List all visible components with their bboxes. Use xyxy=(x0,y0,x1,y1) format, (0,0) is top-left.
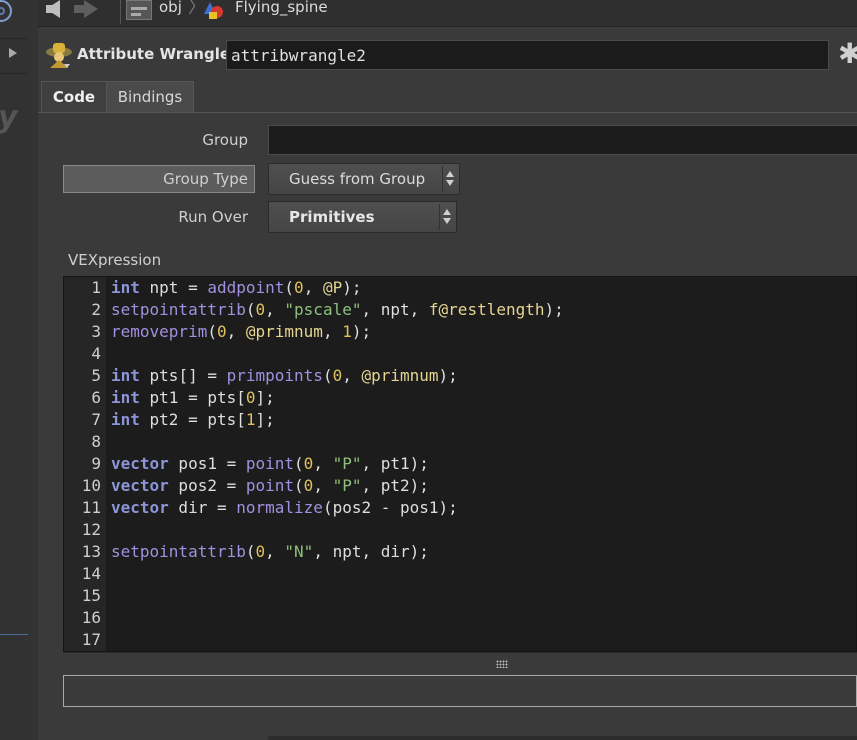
code-text: setpointattrib(0, "pscale", npt, f@restl… xyxy=(111,300,564,319)
line-number: 13 xyxy=(81,542,101,561)
line-number: 12 xyxy=(81,520,101,539)
code-line[interactable]: 3 removeprim(0, @primnum, 1); xyxy=(64,321,857,343)
vexpression-label: VEXpression xyxy=(68,251,162,269)
code-line[interactable]: 7 int pt2 = pts[1]; xyxy=(64,409,857,431)
gear-icon[interactable]: ✱ xyxy=(838,40,857,68)
code-text: vector dir = normalize(pos2 - pos1); xyxy=(111,498,458,517)
tab-bindings[interactable]: Bindings xyxy=(106,81,194,112)
code-text: vector pos2 = point(0, "P", pt2); xyxy=(111,476,429,495)
run-over-label: Run Over xyxy=(178,208,248,226)
spare-input-field[interactable] xyxy=(63,675,857,707)
group-label: Group xyxy=(202,131,248,149)
code-text: setpointattrib(0, "N", npt, dir); xyxy=(111,542,429,561)
path-bar: obj 〉 Flying_spine xyxy=(38,0,857,27)
group-type-label: Group Type xyxy=(63,165,255,193)
grip-icon xyxy=(496,660,508,668)
code-line[interactable]: 2 setpointattrib(0, "pscale", npt, f@rest… xyxy=(64,299,857,321)
code-line[interactable]: 12 xyxy=(64,519,857,541)
line-number: 6 xyxy=(91,388,101,407)
line-number: 17 xyxy=(81,630,101,649)
code-line[interactable]: 5 int pts[] = primpoints(0, @primnum); xyxy=(64,365,857,387)
divider xyxy=(0,38,28,39)
code-line[interactable]: 17 xyxy=(64,629,857,651)
path-root-crumb[interactable]: obj xyxy=(159,0,182,16)
line-number: 15 xyxy=(81,586,101,605)
tab-code[interactable]: Code xyxy=(41,81,107,112)
code-line[interactable]: 6 int pt1 = pts[0]; xyxy=(64,387,857,409)
code-text: int npt = addpoint(0, @P); xyxy=(111,278,362,297)
code-line[interactable]: 10 vector pos2 = point(0, "P", pt2); xyxy=(64,475,857,497)
code-text: vector pos1 = point(0, "P", pt1); xyxy=(111,454,429,473)
divider xyxy=(0,634,28,635)
partial-glyph-icon: y xyxy=(0,100,18,135)
group-field[interactable] xyxy=(268,125,857,155)
bottom-bar xyxy=(268,736,857,740)
code-line[interactable]: 9 vector pos1 = point(0, "P", pt1); xyxy=(64,453,857,475)
parameter-panel: Group Group Type Guess from Group Run Ov… xyxy=(38,113,857,740)
line-number: 11 xyxy=(81,498,101,517)
code-line[interactable]: 15 xyxy=(64,585,857,607)
line-number: 4 xyxy=(91,344,101,363)
code-line[interactable]: 16 xyxy=(64,607,857,629)
code-line[interactable]: 4 xyxy=(64,343,857,365)
menu-arrows-icon xyxy=(439,204,454,230)
breadcrumb-separator-icon: 〉 xyxy=(188,0,206,18)
line-number: 3 xyxy=(91,322,101,341)
code-line[interactable]: 1 int npt = addpoint(0, @P); xyxy=(64,277,857,299)
node-header: Attribute Wrangle ✱ xyxy=(38,34,857,74)
run-over-value: Primitives xyxy=(289,208,375,226)
line-number: 9 xyxy=(91,454,101,473)
divider xyxy=(120,0,121,24)
menu-arrows-icon xyxy=(442,166,457,192)
code-text: int pts[] = primpoints(0, @primnum); xyxy=(111,366,458,385)
run-over-menu[interactable]: Primitives xyxy=(268,201,457,233)
line-number: 5 xyxy=(91,366,101,385)
code-text: int pt1 = pts[0]; xyxy=(111,388,275,407)
line-number: 8 xyxy=(91,432,101,451)
forward-arrow-icon[interactable] xyxy=(74,0,98,18)
pane-splitter[interactable] xyxy=(28,0,38,740)
line-number: 1 xyxy=(91,278,101,297)
obj-network-icon[interactable] xyxy=(126,0,152,20)
code-line[interactable]: 8 xyxy=(64,431,857,453)
parameter-tabs: Code Bindings xyxy=(38,80,857,113)
back-arrow-icon[interactable] xyxy=(46,0,60,18)
left-dock-strip: y xyxy=(0,0,29,740)
line-number: 10 xyxy=(81,476,101,495)
editor-resize-handle[interactable] xyxy=(63,652,857,675)
code-editor[interactable]: 1 int npt = addpoint(0, @P); 2 setpointattr… xyxy=(63,276,857,652)
code-line[interactable]: 14 xyxy=(64,563,857,585)
path-node-crumb[interactable]: Flying_spine xyxy=(235,0,328,16)
network-ring-icon[interactable] xyxy=(0,0,12,22)
node-type-label: Attribute Wrangle xyxy=(77,45,231,63)
code-line[interactable]: 13 setpointattrib(0, "N", npt, dir); xyxy=(64,541,857,563)
code-text: removeprim(0, @primnum, 1); xyxy=(111,322,372,341)
code-text: int pt2 = pts[1]; xyxy=(111,410,275,429)
line-number: 14 xyxy=(81,564,101,583)
node-name-field[interactable] xyxy=(226,40,829,70)
line-number: 16 xyxy=(81,608,101,627)
expand-arrow-icon[interactable] xyxy=(9,48,17,58)
group-type-value: Guess from Group xyxy=(289,170,426,188)
geometry-node-icon[interactable] xyxy=(201,0,227,20)
line-number: 2 xyxy=(91,300,101,319)
divider xyxy=(0,73,28,74)
code-line[interactable]: 11 vector dir = normalize(pos2 - pos1); xyxy=(64,497,857,519)
wrangle-node-icon[interactable] xyxy=(44,40,74,70)
line-number: 7 xyxy=(91,410,101,429)
group-type-menu[interactable]: Guess from Group xyxy=(268,163,460,195)
